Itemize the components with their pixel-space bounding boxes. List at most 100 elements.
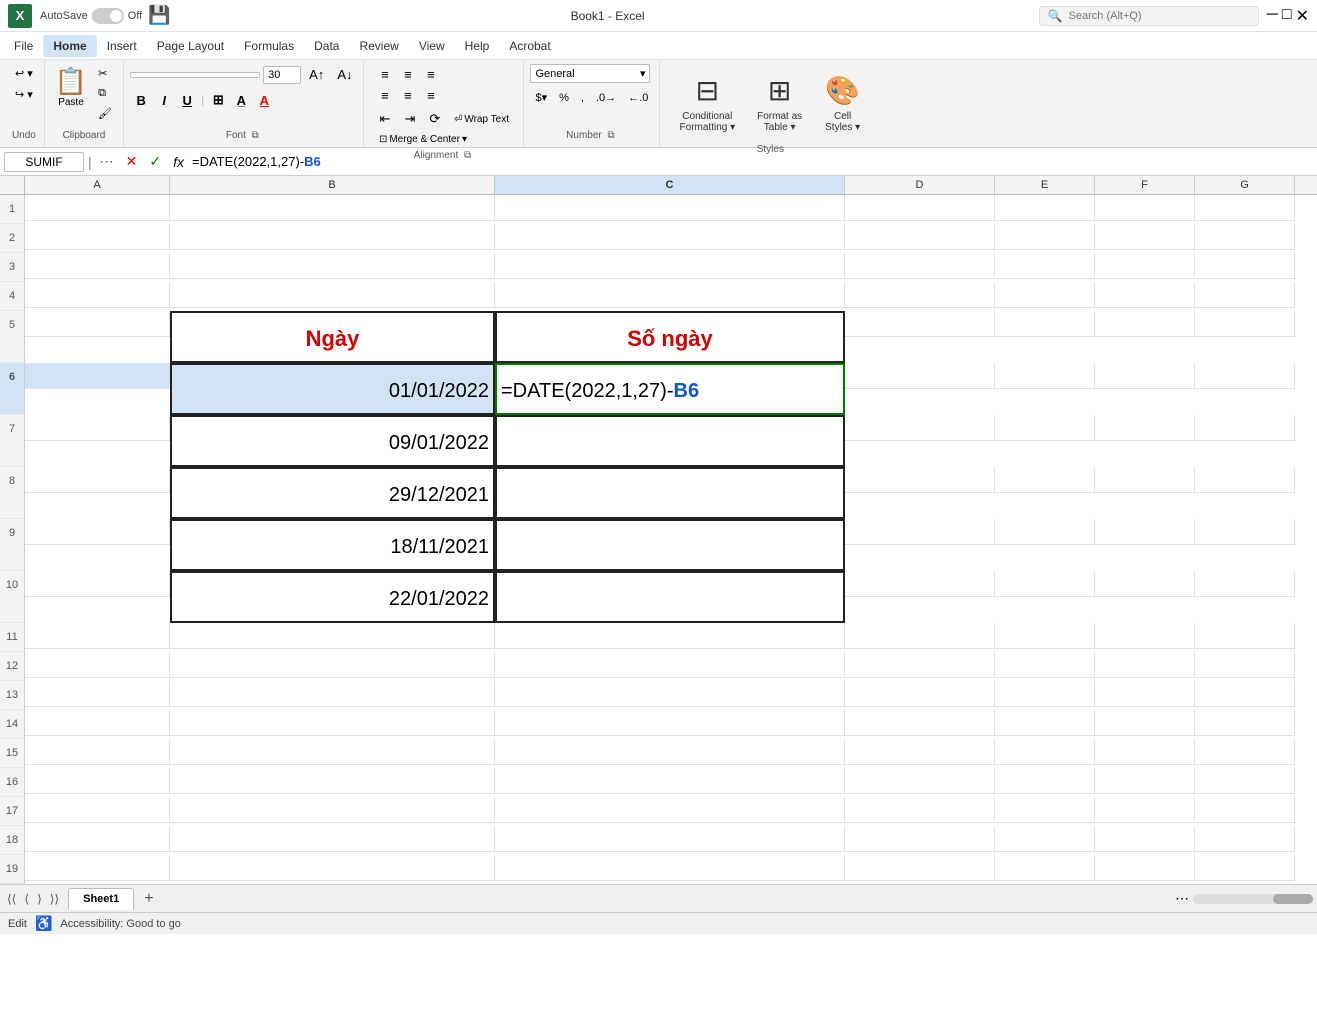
sheet-tab-sheet1[interactable]: Sheet1 [68, 888, 134, 910]
font-size-box[interactable]: 30 [263, 66, 301, 84]
minimize-btn[interactable]: ─ [1267, 6, 1278, 26]
tab-nav-left[interactable]: ⟨ [21, 890, 32, 908]
menu-file[interactable]: File [4, 35, 43, 57]
cell-d1[interactable] [845, 195, 995, 221]
cell-e19[interactable] [995, 855, 1095, 881]
font-color-btn[interactable]: A [253, 90, 275, 110]
italic-btn[interactable]: I [153, 90, 175, 110]
align-mid-left-btn[interactable]: ≡ [374, 85, 396, 105]
cut-btn[interactable]: ✂ [93, 64, 117, 83]
search-input[interactable] [1069, 10, 1229, 22]
cell-c19[interactable] [495, 855, 845, 881]
name-box[interactable] [4, 152, 84, 172]
cell-g19[interactable] [1195, 855, 1295, 881]
cell-d11[interactable] [845, 623, 995, 649]
cell-e10[interactable] [995, 571, 1095, 597]
fill-color-btn[interactable]: A̲ [230, 90, 252, 110]
cell-g3[interactable] [1195, 253, 1295, 279]
cell-f10[interactable] [1095, 571, 1195, 597]
cell-e15[interactable] [995, 739, 1095, 765]
cell-a15[interactable] [25, 739, 170, 765]
align-top-right-btn[interactable]: ≡ [420, 64, 442, 84]
cell-f9[interactable] [1095, 519, 1195, 545]
align-mid-right-btn[interactable]: ≡ [420, 85, 442, 105]
cell-d9[interactable] [845, 519, 995, 545]
cell-b2[interactable] [170, 224, 495, 250]
cell-g17[interactable] [1195, 797, 1295, 823]
cell-d6[interactable] [845, 363, 995, 389]
cell-f2[interactable] [1095, 224, 1195, 250]
cell-a19[interactable] [25, 855, 170, 881]
cell-c9[interactable] [495, 519, 845, 571]
comma-btn[interactable]: , [576, 88, 589, 107]
cell-e14[interactable] [995, 710, 1095, 736]
cell-g16[interactable] [1195, 768, 1295, 794]
cell-e6[interactable] [995, 363, 1095, 389]
cell-d5[interactable] [845, 311, 995, 337]
cell-c15[interactable] [495, 739, 845, 765]
currency-btn[interactable]: $▾ [530, 88, 552, 107]
cell-d14[interactable] [845, 710, 995, 736]
col-header-c[interactable]: C [495, 176, 845, 194]
cell-g13[interactable] [1195, 681, 1295, 707]
cell-a16[interactable] [25, 768, 170, 794]
cell-d17[interactable] [845, 797, 995, 823]
align-mid-center-btn[interactable]: ≡ [397, 85, 419, 105]
close-btn[interactable]: ✕ [1296, 6, 1309, 26]
cell-b14[interactable] [170, 710, 495, 736]
cell-styles-btn[interactable]: 🎨 CellStyles ▾ [815, 68, 870, 138]
cell-e18[interactable] [995, 826, 1095, 852]
col-header-b[interactable]: B [170, 176, 495, 194]
cell-f4[interactable] [1095, 282, 1195, 308]
cell-g7[interactable] [1195, 415, 1295, 441]
cell-c18[interactable] [495, 826, 845, 852]
menu-formulas[interactable]: Formulas [234, 35, 304, 57]
cell-a4[interactable] [25, 282, 170, 308]
col-header-g[interactable]: G [1195, 176, 1295, 194]
border-btn[interactable]: ⊞ [207, 90, 229, 110]
copy-btn[interactable]: ⧉ [93, 84, 117, 103]
cell-e7[interactable] [995, 415, 1095, 441]
cell-b16[interactable] [170, 768, 495, 794]
tab-nav-right[interactable]: ⟩ [34, 890, 45, 908]
text-direction-btn[interactable]: ⟳ [424, 109, 446, 129]
cell-f17[interactable] [1095, 797, 1195, 823]
cell-e16[interactable] [995, 768, 1095, 794]
cell-e4[interactable] [995, 282, 1095, 308]
indent-inc-btn[interactable]: ⇥ [399, 109, 421, 129]
menu-view[interactable]: View [409, 35, 455, 57]
col-header-e[interactable]: E [995, 176, 1095, 194]
cell-g11[interactable] [1195, 623, 1295, 649]
cell-c11[interactable] [495, 623, 845, 649]
decrease-decimal-btn[interactable]: ←.0 [623, 88, 653, 107]
cell-d8[interactable] [845, 467, 995, 493]
bold-btn[interactable]: B [130, 90, 152, 110]
cell-c4[interactable] [495, 282, 845, 308]
cell-c7[interactable] [495, 415, 845, 467]
cell-a18[interactable] [25, 826, 170, 852]
cell-d16[interactable] [845, 768, 995, 794]
cell-f15[interactable] [1095, 739, 1195, 765]
cell-f11[interactable] [1095, 623, 1195, 649]
cell-e12[interactable] [995, 652, 1095, 678]
cell-e1[interactable] [995, 195, 1095, 221]
cell-d18[interactable] [845, 826, 995, 852]
cell-b11[interactable] [170, 623, 495, 649]
cell-c2[interactable] [495, 224, 845, 250]
horizontal-scrollbar[interactable] [1193, 894, 1313, 904]
col-header-d[interactable]: D [845, 176, 995, 194]
cell-b10[interactable]: 22/01/2022 [170, 571, 495, 623]
align-top-left-btn[interactable]: ≡ [374, 64, 396, 84]
number-expand[interactable]: ⧉ [605, 129, 618, 142]
cell-f12[interactable] [1095, 652, 1195, 678]
undo-btn[interactable]: ↩ ▾ [10, 64, 38, 83]
cell-f3[interactable] [1095, 253, 1195, 279]
add-sheet-btn[interactable]: + [136, 890, 161, 908]
cell-b12[interactable] [170, 652, 495, 678]
cell-g1[interactable] [1195, 195, 1295, 221]
cell-a6[interactable] [25, 363, 170, 389]
confirm-formula-btn[interactable]: ✓ [145, 151, 165, 172]
cell-b1[interactable] [170, 195, 495, 221]
cell-g18[interactable] [1195, 826, 1295, 852]
cell-b6[interactable]: 01/01/2022 [170, 363, 495, 415]
